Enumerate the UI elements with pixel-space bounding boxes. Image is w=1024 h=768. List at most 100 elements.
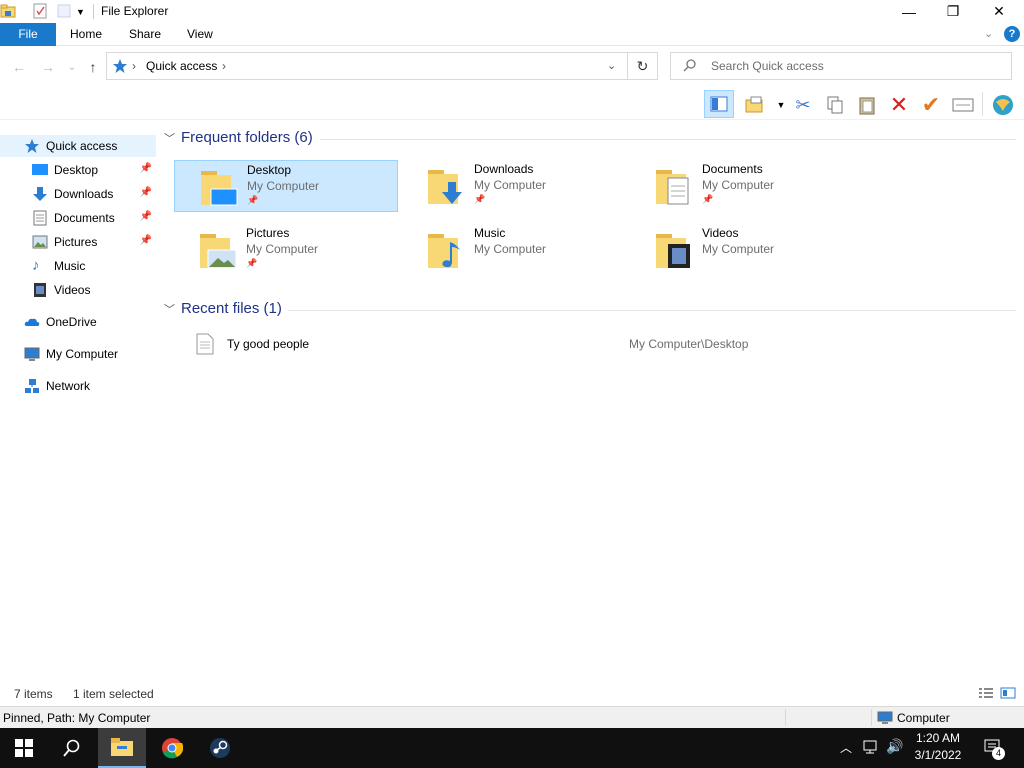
steam-taskbar-button[interactable] [196, 728, 244, 768]
list-item[interactable]: Ty good people My Computer\Desktop [190, 329, 1020, 357]
show-hidden-icons-icon[interactable]: ︿ [840, 739, 852, 756]
network-icon [24, 378, 40, 394]
toolbar-divider [982, 92, 983, 116]
new-folder-icon[interactable] [742, 92, 768, 118]
address-bar[interactable]: › Quick access › ⌄ [106, 52, 628, 80]
volume-icon[interactable]: 🔊 [886, 738, 903, 755]
breadcrumb-chevron-icon[interactable]: › [222, 59, 226, 73]
pin-icon: 📌 [474, 194, 486, 204]
cut-icon[interactable]: ✂ [790, 92, 816, 118]
expand-ribbon-icon[interactable]: ⌄ [984, 27, 993, 40]
details-view-icon[interactable] [978, 686, 994, 703]
tab-view[interactable]: View [173, 23, 227, 46]
sidebar-item-quick-access[interactable]: Quick access [0, 135, 156, 157]
recent-files-header[interactable]: ﹀ Recent files (1) [164, 300, 282, 317]
picture-icon [32, 234, 48, 250]
address-dropdown-icon[interactable]: ⌄ [607, 59, 616, 72]
sidebar-item-documents[interactable]: Documents 📌 [0, 207, 156, 229]
clock-date[interactable]: 3/1/2022 [908, 748, 968, 762]
sidebar-item-desktop[interactable]: Desktop 📌 [0, 159, 156, 181]
paste-icon[interactable] [854, 92, 880, 118]
folder-name: Downloads [474, 162, 534, 176]
recent-files-title: Recent files (1) [181, 300, 282, 317]
recent-file-name: Ty good people [227, 337, 310, 351]
music-icon: ♪ [32, 257, 40, 274]
details-divider [871, 709, 872, 726]
folder-name: Desktop [247, 163, 292, 177]
file-explorer-icon [111, 738, 133, 756]
folder-tile-documents[interactable]: Documents My Computer 📌 [630, 160, 854, 212]
sidebar-item-label: Pictures [54, 235, 98, 249]
folder-tile-pictures[interactable]: Pictures My Computer 📌 [174, 224, 398, 276]
ribbon-tabs: File Home Share View ⌄ ? [0, 23, 1024, 46]
back-button[interactable]: ← [9, 57, 29, 77]
frequent-folders-title: Frequent folders (6) [181, 129, 313, 146]
search-icon [63, 739, 80, 757]
folder-tile-downloads[interactable]: Downloads My Computer 📌 [402, 160, 626, 212]
collapse-chevron-icon[interactable]: ﹀ [164, 301, 175, 317]
tiles-view-icon[interactable] [1000, 686, 1016, 703]
breadcrumb-location[interactable]: Quick access [146, 59, 217, 73]
sidebar-item-label: Network [46, 379, 91, 393]
sidebar-item-label: Downloads [54, 187, 114, 201]
folder-tile-music[interactable]: Music My Computer [402, 224, 626, 276]
chrome-taskbar-button[interactable] [148, 728, 196, 768]
status-bar: 7 items 1 item selected [0, 683, 1024, 705]
folder-tile-videos[interactable]: Videos My Computer [630, 224, 854, 276]
sidebar-item-videos[interactable]: Videos [0, 279, 156, 301]
title-divider [93, 4, 94, 19]
sidebar-item-pictures[interactable]: Pictures 📌 [0, 231, 156, 253]
folder-location: My Computer [246, 242, 319, 256]
search-taskbar-button[interactable] [48, 728, 96, 768]
pin-icon: 📌 [247, 195, 259, 205]
rename-icon[interactable]: ✔ [918, 92, 944, 118]
maximize-button[interactable]: ❐ [930, 0, 976, 23]
tab-share[interactable]: Share [115, 23, 175, 46]
sidebar-item-onedrive[interactable]: OneDrive [0, 311, 156, 333]
preview-pane-icon[interactable] [704, 90, 734, 118]
up-button[interactable]: ↑ [83, 57, 103, 77]
search-icon [683, 58, 697, 75]
navigation-pane: Quick access Desktop 📌 Downloads 📌 Docum… [0, 121, 156, 681]
properties-check-icon[interactable] [32, 3, 48, 19]
search-input[interactable]: Search Quick access [711, 59, 824, 73]
customize-qat-icon[interactable]: ▼ [76, 7, 92, 23]
tab-file[interactable]: File [0, 23, 56, 46]
frequent-header-divider [320, 139, 1016, 140]
sidebar-item-network[interactable]: Network [0, 375, 156, 397]
file-explorer-taskbar-button[interactable] [98, 728, 146, 768]
refresh-button[interactable]: ↻ [628, 52, 658, 80]
start-button[interactable] [0, 728, 48, 768]
star-icon [24, 138, 40, 154]
folder-name: Music [474, 226, 506, 240]
collapse-chevron-icon[interactable]: ﹀ [164, 130, 175, 146]
sidebar-item-label: Music [54, 259, 86, 273]
folder-location: My Computer [247, 179, 320, 193]
computer-icon [24, 346, 40, 362]
globe-icon[interactable] [990, 92, 1016, 118]
close-button[interactable]: ✕ [976, 0, 1022, 23]
clock-time[interactable]: 1:20 AM [908, 731, 968, 745]
desktop-folder-icon [199, 167, 239, 207]
copy-icon[interactable] [822, 92, 848, 118]
properties-icon[interactable] [950, 92, 976, 118]
help-icon[interactable]: ? [1004, 26, 1020, 42]
zone-label: Computer [897, 711, 950, 725]
frequent-folders-header[interactable]: ﹀ Frequent folders (6) [164, 129, 313, 146]
minimize-button[interactable]: — [886, 0, 932, 23]
sidebar-item-downloads[interactable]: Downloads 📌 [0, 183, 156, 205]
pin-icon: 📌 [139, 163, 152, 174]
folder-tile-desktop[interactable]: Desktop My Computer 📌 [174, 160, 398, 212]
details-divider [785, 709, 786, 726]
cloud-icon [24, 314, 40, 330]
search-box[interactable]: Search Quick access [670, 52, 1012, 80]
sidebar-item-music[interactable]: ♪ Music [0, 255, 156, 277]
breadcrumb-separator-icon[interactable]: › [132, 59, 136, 73]
forward-button[interactable]: → [38, 57, 58, 77]
new-folder-qat-icon[interactable] [56, 3, 72, 19]
delete-icon[interactable]: ✕ [886, 92, 912, 118]
recent-locations-button[interactable]: ⌄ [62, 57, 82, 77]
tab-home[interactable]: Home [56, 23, 116, 46]
network-tray-icon[interactable] [863, 739, 879, 758]
sidebar-item-my-computer[interactable]: My Computer [0, 343, 156, 365]
